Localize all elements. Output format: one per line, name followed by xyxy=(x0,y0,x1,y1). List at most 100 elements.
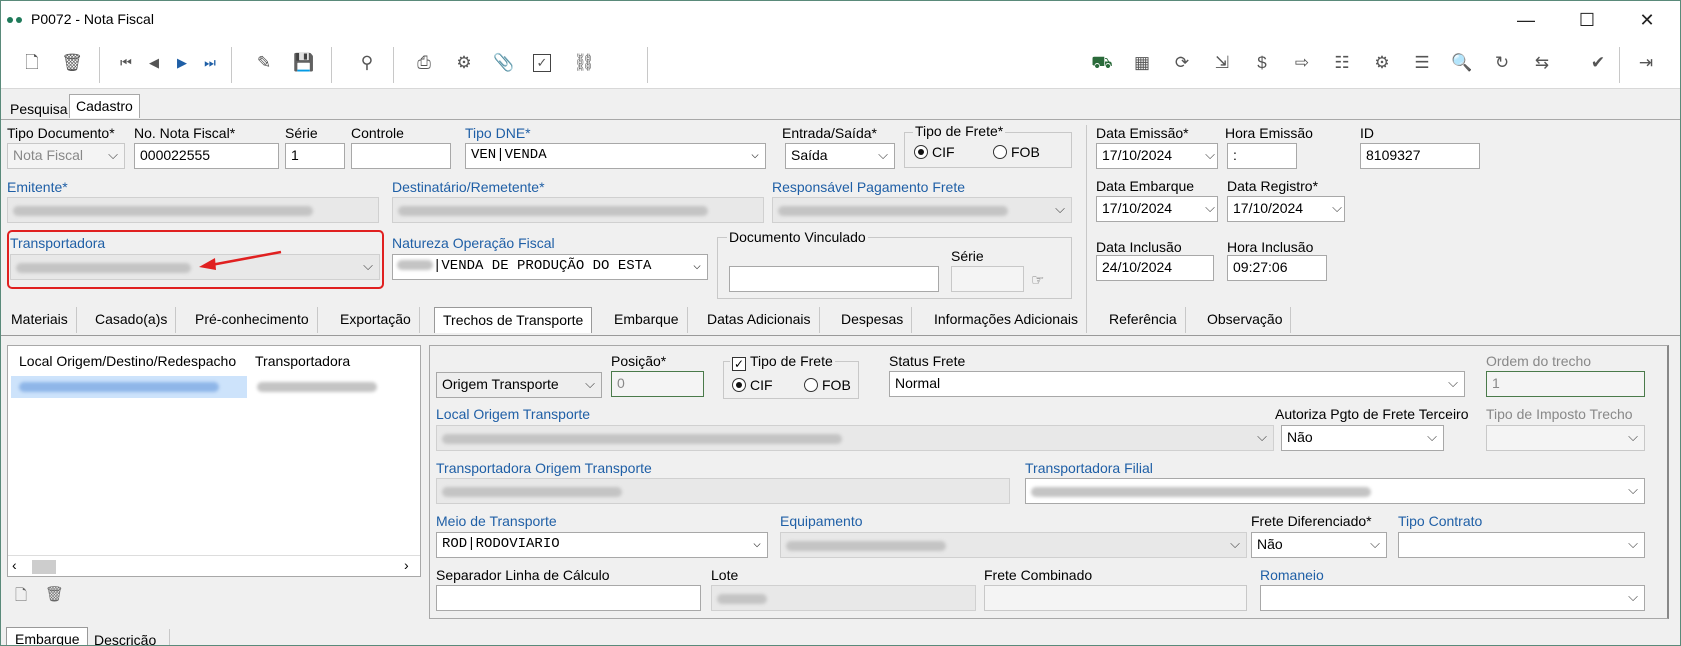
hora-emissao-input[interactable]: : xyxy=(1227,143,1297,169)
hora-inclusao-input[interactable]: 09:27:06 xyxy=(1227,255,1327,281)
subtab-despesas[interactable]: Despesas xyxy=(833,307,913,333)
calendar-dropdown-icon[interactable]: ⌵ xyxy=(1205,147,1215,163)
meio-transporte-select[interactable]: ROD|RODOVIARIO ⌵ xyxy=(436,532,768,558)
local-origem-select[interactable]: ⌵ xyxy=(436,425,1274,451)
subtab-casados[interactable]: Casado(a)s xyxy=(87,307,177,333)
subtab-exportacao[interactable]: Exportação xyxy=(332,307,420,333)
next-record-icon[interactable]: ▶ xyxy=(171,52,193,74)
first-record-icon[interactable]: ⏮ xyxy=(115,52,137,74)
scroll-thumb[interactable] xyxy=(32,560,56,574)
data-embarque-input[interactable]: 17/10/2024 ⌵ xyxy=(1096,196,1218,222)
confirm-icon[interactable]: ✔ xyxy=(1587,52,1609,74)
settings-icon[interactable]: ⚙ xyxy=(453,52,475,74)
binoculars-icon[interactable]: ⚲ xyxy=(356,52,378,74)
tab-cadastro[interactable]: Cadastro xyxy=(69,94,140,118)
subtab-referencia[interactable]: Referência xyxy=(1101,307,1186,333)
money-doc-icon[interactable]: $ xyxy=(1251,52,1273,74)
posicao-input[interactable]: 0 xyxy=(611,371,704,397)
emitente-input[interactable] xyxy=(7,197,379,223)
calendar-dropdown-icon[interactable]: ⌵ xyxy=(1332,200,1342,216)
minimize-button[interactable]: — xyxy=(1503,7,1549,33)
tipo-documento-select[interactable]: Nota Fiscal ⌵ xyxy=(7,143,125,169)
tipo-imposto-select[interactable]: ⌵ xyxy=(1486,425,1645,451)
delete-icon[interactable]: 🗑 xyxy=(45,585,64,603)
export-icon[interactable]: ⇨ xyxy=(1291,52,1313,74)
id-input[interactable]: 8109327 xyxy=(1360,143,1480,169)
trecho-fob-radio[interactable]: FOB xyxy=(804,377,851,393)
last-record-icon[interactable]: ⏭ xyxy=(199,52,221,74)
prev-record-icon[interactable]: ◀ xyxy=(143,52,165,74)
grid-row-selected[interactable] xyxy=(11,376,247,398)
data-registro-input[interactable]: 17/10/2024 ⌵ xyxy=(1227,196,1345,222)
scroll-right-icon[interactable]: › xyxy=(404,557,409,573)
doc-vinculado-input[interactable] xyxy=(729,266,939,292)
controle-input[interactable] xyxy=(351,143,451,169)
recalc-icon[interactable]: ⟳ xyxy=(1171,52,1193,74)
transfer-icon[interactable]: ⇆ xyxy=(1531,52,1553,74)
grid-cell-transportadora[interactable] xyxy=(251,376,417,398)
fob-radio[interactable]: FOB xyxy=(993,144,1040,160)
tipo-dne-select[interactable]: VEN|VENDA ⌵ xyxy=(465,143,766,169)
subtab-embarque[interactable]: Embarque xyxy=(606,307,688,333)
attach-icon[interactable]: 📎 xyxy=(493,52,515,74)
subtab-informacoes-adicionais[interactable]: Informações Adicionais xyxy=(926,307,1087,333)
transportadora-select[interactable]: ⌵ xyxy=(10,254,380,280)
calendar-dropdown-icon[interactable]: ⌵ xyxy=(1205,200,1215,216)
doc-serie-input[interactable] xyxy=(951,266,1024,292)
list-icon[interactable]: ☰ xyxy=(1411,52,1433,74)
subtab-trechos-transporte[interactable]: Trechos de Transporte xyxy=(434,307,593,333)
entrada-saida-select[interactable]: Saída ⌵ xyxy=(785,143,895,169)
refresh-doc-icon[interactable]: ↻ xyxy=(1491,52,1513,74)
subtab-observacao[interactable]: Observação xyxy=(1199,307,1292,333)
resp-pagamento-select[interactable]: ⌵ xyxy=(772,197,1072,223)
pointing-hand-icon[interactable]: ☞ xyxy=(1031,271,1044,289)
trecho-tipo-frete-label[interactable]: ✓ Tipo de Frete xyxy=(730,353,835,371)
preview-icon[interactable]: 🔍 xyxy=(1451,52,1473,74)
bottom-tab-embarque[interactable]: Embarque xyxy=(6,627,88,645)
transp-origem-input[interactable] xyxy=(436,478,1010,504)
ordem-trecho-input[interactable]: 1 xyxy=(1486,371,1645,397)
import-icon[interactable]: ⇲ xyxy=(1211,52,1233,74)
scroll-left-icon[interactable]: ‹ xyxy=(12,557,17,573)
new-doc-icon[interactable]: 🗋 xyxy=(15,585,27,610)
new-doc-icon[interactable]: 🗋 xyxy=(21,52,43,74)
equipamento-select[interactable]: ⌵ xyxy=(780,532,1247,558)
cif-radio[interactable]: CIF xyxy=(914,144,955,160)
lote-input[interactable] xyxy=(711,585,976,611)
maximize-button[interactable]: ☐ xyxy=(1564,7,1610,33)
trecho-cif-radio[interactable]: CIF xyxy=(732,377,773,393)
subtab-datas-adicionais[interactable]: Datas Adicionais xyxy=(699,307,820,333)
redacted-text xyxy=(257,382,377,392)
origem-transporte-select[interactable]: Origem Transporte ⌵ xyxy=(436,372,602,398)
nota-fiscal-input[interactable]: 000022555 xyxy=(134,143,279,169)
autoriza-select[interactable]: Não ⌵ xyxy=(1281,425,1444,451)
horizontal-scrollbar[interactable]: ‹ › xyxy=(8,555,420,575)
natureza-select[interactable]: |VENDA DE PRODUÇÃO DO ESTA ⌵ xyxy=(392,254,708,280)
data-emissao-input[interactable]: 17/10/2024 ⌵ xyxy=(1096,143,1218,169)
print-icon[interactable]: ⎙ xyxy=(413,52,435,74)
delete-icon[interactable]: 🗑 xyxy=(61,52,83,74)
subtab-materiais[interactable]: Materiais xyxy=(3,307,77,333)
link-icon[interactable]: ⛓ xyxy=(573,52,595,74)
subtab-pre-conhecimento[interactable]: Pré-conhecimento xyxy=(187,307,318,333)
data-inclusao-input[interactable]: 24/10/2024 xyxy=(1096,255,1214,281)
save-icon[interactable]: 💾 xyxy=(293,52,315,74)
frete-combinado-input[interactable] xyxy=(984,585,1247,611)
destinatario-input[interactable] xyxy=(392,197,764,223)
exit-icon[interactable]: ⇥ xyxy=(1635,52,1657,74)
gear-cycle-icon[interactable]: ⚙ xyxy=(1371,52,1393,74)
transp-filial-select[interactable]: ⌵ xyxy=(1025,478,1645,504)
separador-input[interactable] xyxy=(436,585,701,611)
check-icon[interactable]: ✓ xyxy=(533,54,551,72)
table-icon[interactable]: ▦ xyxy=(1131,52,1153,74)
romaneio-select[interactable]: ⌵ xyxy=(1260,585,1645,611)
edit-icon[interactable]: ✎ xyxy=(253,52,275,74)
truck-icon[interactable]: ⛟ xyxy=(1091,52,1113,74)
status-frete-select[interactable]: Normal ⌵ xyxy=(889,371,1465,397)
close-button[interactable]: ✕ xyxy=(1624,7,1670,33)
tree-icon[interactable]: ☷ xyxy=(1331,52,1353,74)
tipo-contrato-select[interactable]: ⌵ xyxy=(1398,532,1645,558)
frete-diferenciado-select[interactable]: Não ⌵ xyxy=(1251,532,1387,558)
bottom-tab-descricao[interactable]: Descrição xyxy=(88,629,170,645)
serie-input[interactable]: 1 xyxy=(285,143,345,169)
